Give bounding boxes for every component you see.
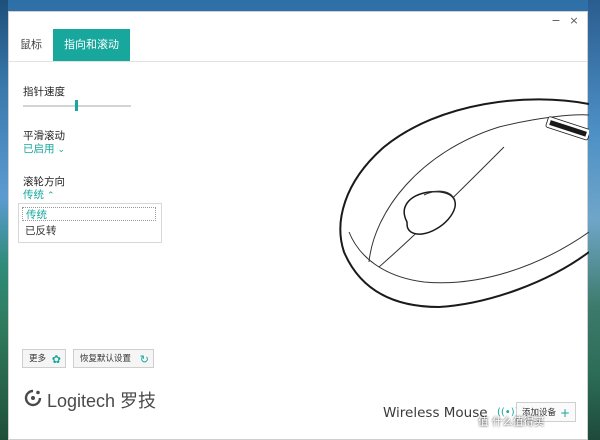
tab-bar: 鼠标 指向和滚动 <box>9 29 587 62</box>
mouse-illustration <box>339 98 589 309</box>
brand-text: Logitech 罗技 <box>47 391 157 411</box>
minimize-button[interactable]: − <box>549 14 563 28</box>
reset-defaults-button[interactable]: 恢复默认设置 ↻ <box>73 349 154 368</box>
dropdown-option-reversed[interactable]: 已反转 <box>22 224 156 238</box>
reset-defaults-label: 恢复默认设置 <box>80 354 132 364</box>
scroll-direction-dropdown: 传统 已反转 <box>18 203 162 243</box>
gear-icon: ✿ <box>51 353 61 366</box>
device-name: Wireless Mouse <box>383 405 488 421</box>
chevron-up-icon: ⌃ <box>47 191 55 201</box>
desktop-background-left <box>0 0 8 440</box>
more-button-label: 更多 <box>29 354 47 364</box>
smooth-scroll-value: 已启用 <box>23 143 55 155</box>
refresh-icon: ↻ <box>139 353 149 366</box>
scroll-direction-value: 传统 <box>23 189 44 201</box>
scroll-direction-select[interactable]: 传统 ⌃ <box>23 187 55 202</box>
smooth-scroll-select[interactable]: 已启用 ⌄ <box>23 141 65 156</box>
pointer-speed-label: 指针速度 <box>23 86 65 98</box>
desktop-background-right <box>588 0 600 440</box>
logitech-options-window: − × 鼠标 指向和滚动 指针速度 平滑滚动 已启用 ⌄ 滚轮方向 传统 ⌃ 传统 … <box>8 11 589 440</box>
title-bar: − × <box>9 12 587 30</box>
close-button[interactable]: × <box>567 14 581 28</box>
pointer-speed-slider-thumb[interactable] <box>75 100 78 111</box>
tab-pointing-and-scrolling[interactable]: 指向和滚动 <box>53 29 130 61</box>
dropdown-option-traditional[interactable]: 传统 <box>22 207 156 221</box>
chevron-down-icon: ⌄ <box>57 145 66 155</box>
watermark: 值 什么值得买 <box>478 416 545 428</box>
plus-icon: + <box>559 406 570 420</box>
more-button[interactable]: 更多 ✿ <box>22 349 66 368</box>
logitech-logo-icon <box>24 389 42 407</box>
tab-mouse[interactable]: 鼠标 <box>9 29 53 61</box>
